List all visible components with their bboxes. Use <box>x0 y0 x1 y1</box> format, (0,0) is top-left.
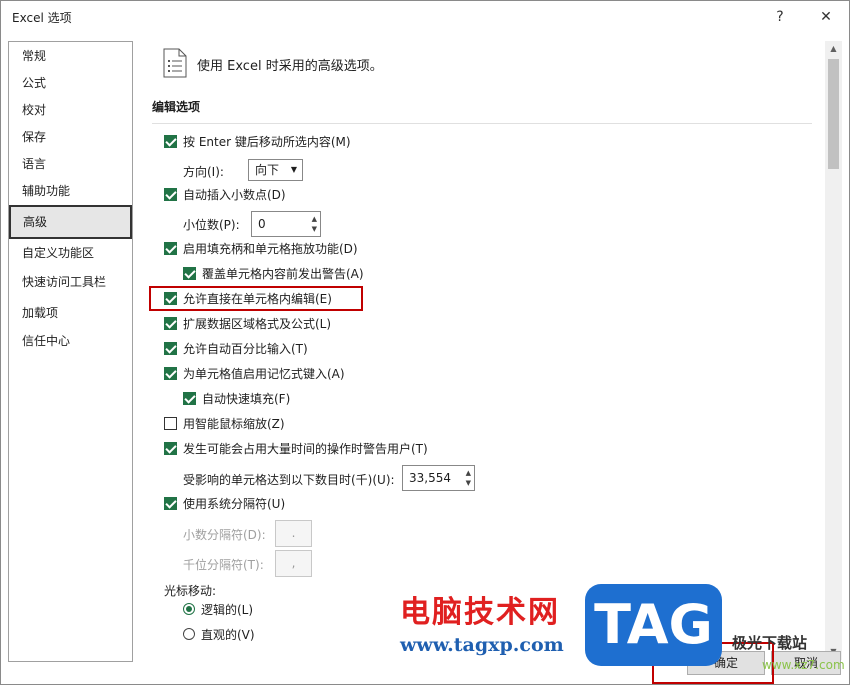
chevron-down-icon: ▼ <box>290 165 297 174</box>
options-sidebar: 常规 公式 校对 保存 语言 辅助功能 高级 自定义功能区 快速访问工具栏 加载… <box>8 41 133 662</box>
advanced-options-panel: 使用 Excel 时采用的高级选项。 编辑选项 按 Enter 键后移动所选内容… <box>141 41 825 660</box>
sidebar-item-proofing[interactable]: 校对 <box>9 98 132 122</box>
cells-affected-label: 受影响的单元格达到以下数目时(千)(U): <box>183 473 395 487</box>
fill-handle-label: 启用填充柄和单元格拖放功能(D) <box>183 241 358 256</box>
flash-fill-option[interactable]: 自动快速填充(F) <box>183 388 290 408</box>
alert-overwrite-option[interactable]: 覆盖单元格内容前发出警告(A) <box>183 263 364 283</box>
direction-label: 方向(I): <box>183 165 224 179</box>
zoom-roll-checkbox[interactable] <box>164 416 177 430</box>
autocomplete-label: 为单元格值启用记忆式键入(A) <box>183 366 345 381</box>
extend-formats-option[interactable]: 扩展数据区域格式及公式(L) <box>164 313 331 333</box>
move-after-enter-option[interactable]: 按 Enter 键后移动所选内容(M) <box>164 131 351 151</box>
scroll-thumb[interactable] <box>828 59 839 169</box>
logical-label: 逻辑的(L) <box>201 602 254 617</box>
move-after-enter-checkbox[interactable] <box>164 134 177 148</box>
thousands-separator-input: , <box>275 550 312 577</box>
watermark-brand2-url: www.xz7.com <box>762 658 845 672</box>
zoom-roll-label: 用智能鼠标缩放(Z) <box>183 416 285 431</box>
fill-handle-option[interactable]: 启用填充柄和单元格拖放功能(D) <box>164 238 358 258</box>
header-text: 使用 Excel 时采用的高级选项。 <box>197 59 383 74</box>
watermark-site-name: 电脑技术网 <box>400 595 560 630</box>
move-after-enter-label: 按 Enter 键后移动所选内容(M) <box>183 134 351 149</box>
auto-percent-label: 允许自动百分比输入(T) <box>183 341 308 356</box>
thousands-separator-label: 千位分隔符(T): <box>183 558 264 572</box>
sidebar-item-advanced[interactable]: 高级 <box>9 205 132 239</box>
system-separators-label: 使用系统分隔符(U) <box>183 496 286 511</box>
places-label: 小位数(P): <box>183 218 240 232</box>
places-value: 0 <box>258 217 266 231</box>
flash-fill-label: 自动快速填充(F) <box>202 391 291 406</box>
sidebar-item-accessibility[interactable]: 辅助功能 <box>9 179 132 203</box>
sidebar-item-add-ins[interactable]: 加载项 <box>9 301 132 325</box>
visual-label: 直观的(V) <box>201 627 255 642</box>
autocomplete-option[interactable]: 为单元格值启用记忆式键入(A) <box>164 363 345 383</box>
system-separators-option[interactable]: 使用系统分隔符(U) <box>164 493 285 513</box>
sidebar-item-general[interactable]: 常规 <box>9 44 132 68</box>
sidebar-item-trust-center[interactable]: 信任中心 <box>9 329 132 353</box>
places-spinner[interactable]: 0 ▲ ▼ <box>251 211 321 237</box>
spinner-arrows-icon[interactable]: ▲ ▼ <box>312 214 317 234</box>
close-button[interactable]: ✕ <box>815 7 837 27</box>
alert-overwrite-checkbox[interactable] <box>183 266 196 280</box>
auto-percent-checkbox[interactable] <box>164 341 177 355</box>
sidebar-item-save[interactable]: 保存 <box>9 125 132 149</box>
zoom-roll-option[interactable]: 用智能鼠标缩放(Z) <box>164 413 285 433</box>
cells-affected-value: 33,554 <box>409 471 451 485</box>
excel-options-dialog: Excel 选项 ? ✕ 常规 公式 校对 保存 语言 辅助功能 高级 自定义功… <box>0 0 850 685</box>
spinner-arrows-icon[interactable]: ▲ ▼ <box>466 468 471 488</box>
sidebar-item-formulas[interactable]: 公式 <box>9 71 132 95</box>
editing-section-title: 编辑选项 <box>152 100 201 114</box>
watermark-tag-logo: TAG <box>585 584 722 666</box>
watermark-url: www.tagxp.com <box>400 634 564 656</box>
alert-overwrite-label: 覆盖单元格内容前发出警告(A) <box>202 266 364 281</box>
sidebar-item-customize-ribbon[interactable]: 自定义功能区 <box>9 241 132 265</box>
sidebar-item-quick-access-toolbar[interactable]: 快速访问工具栏 <box>9 270 132 294</box>
auto-decimal-checkbox[interactable] <box>164 187 177 201</box>
extend-formats-label: 扩展数据区域格式及公式(L) <box>183 316 332 331</box>
alert-time-checkbox[interactable] <box>164 441 177 455</box>
direction-select[interactable]: 向下 ▼ <box>248 159 303 181</box>
auto-decimal-label: 自动插入小数点(D) <box>183 187 286 202</box>
decimal-separator-input: . <box>275 520 312 547</box>
visual-radio[interactable] <box>183 628 195 640</box>
section-divider <box>152 123 812 124</box>
logical-radio[interactable] <box>183 603 195 615</box>
flash-fill-checkbox[interactable] <box>183 391 196 405</box>
document-options-icon <box>163 48 187 78</box>
scroll-up-icon[interactable]: ▲ <box>825 41 842 57</box>
dialog-title: Excel 选项 <box>12 11 72 25</box>
visual-option[interactable]: 直观的(V) <box>183 624 255 644</box>
watermark-brand2: 极光下载站 <box>732 634 808 652</box>
auto-percent-option[interactable]: 允许自动百分比输入(T) <box>164 338 308 358</box>
extend-formats-checkbox[interactable] <box>164 316 177 330</box>
alert-time-option[interactable]: 发生可能会占用大量时间的操作时警告用户(T) <box>164 438 428 458</box>
edit-in-cell-highlight <box>149 286 363 311</box>
title-bar: Excel 选项 ? ✕ <box>1 1 849 33</box>
fill-handle-checkbox[interactable] <box>164 241 177 255</box>
help-button[interactable]: ? <box>769 7 791 27</box>
cursor-movement-label: 光标移动: <box>164 584 217 598</box>
sidebar-item-language[interactable]: 语言 <box>9 152 132 176</box>
system-separators-checkbox[interactable] <box>164 496 177 510</box>
vertical-scrollbar[interactable]: ▲ ▼ <box>825 41 842 660</box>
autocomplete-checkbox[interactable] <box>164 366 177 380</box>
decimal-separator-label: 小数分隔符(D): <box>183 528 266 542</box>
alert-time-label: 发生可能会占用大量时间的操作时警告用户(T) <box>183 441 428 456</box>
direction-value: 向下 <box>255 163 280 177</box>
cells-affected-spinner[interactable]: 33,554 ▲ ▼ <box>402 465 475 491</box>
logical-option[interactable]: 逻辑的(L) <box>183 599 253 619</box>
auto-decimal-option[interactable]: 自动插入小数点(D) <box>164 184 286 204</box>
